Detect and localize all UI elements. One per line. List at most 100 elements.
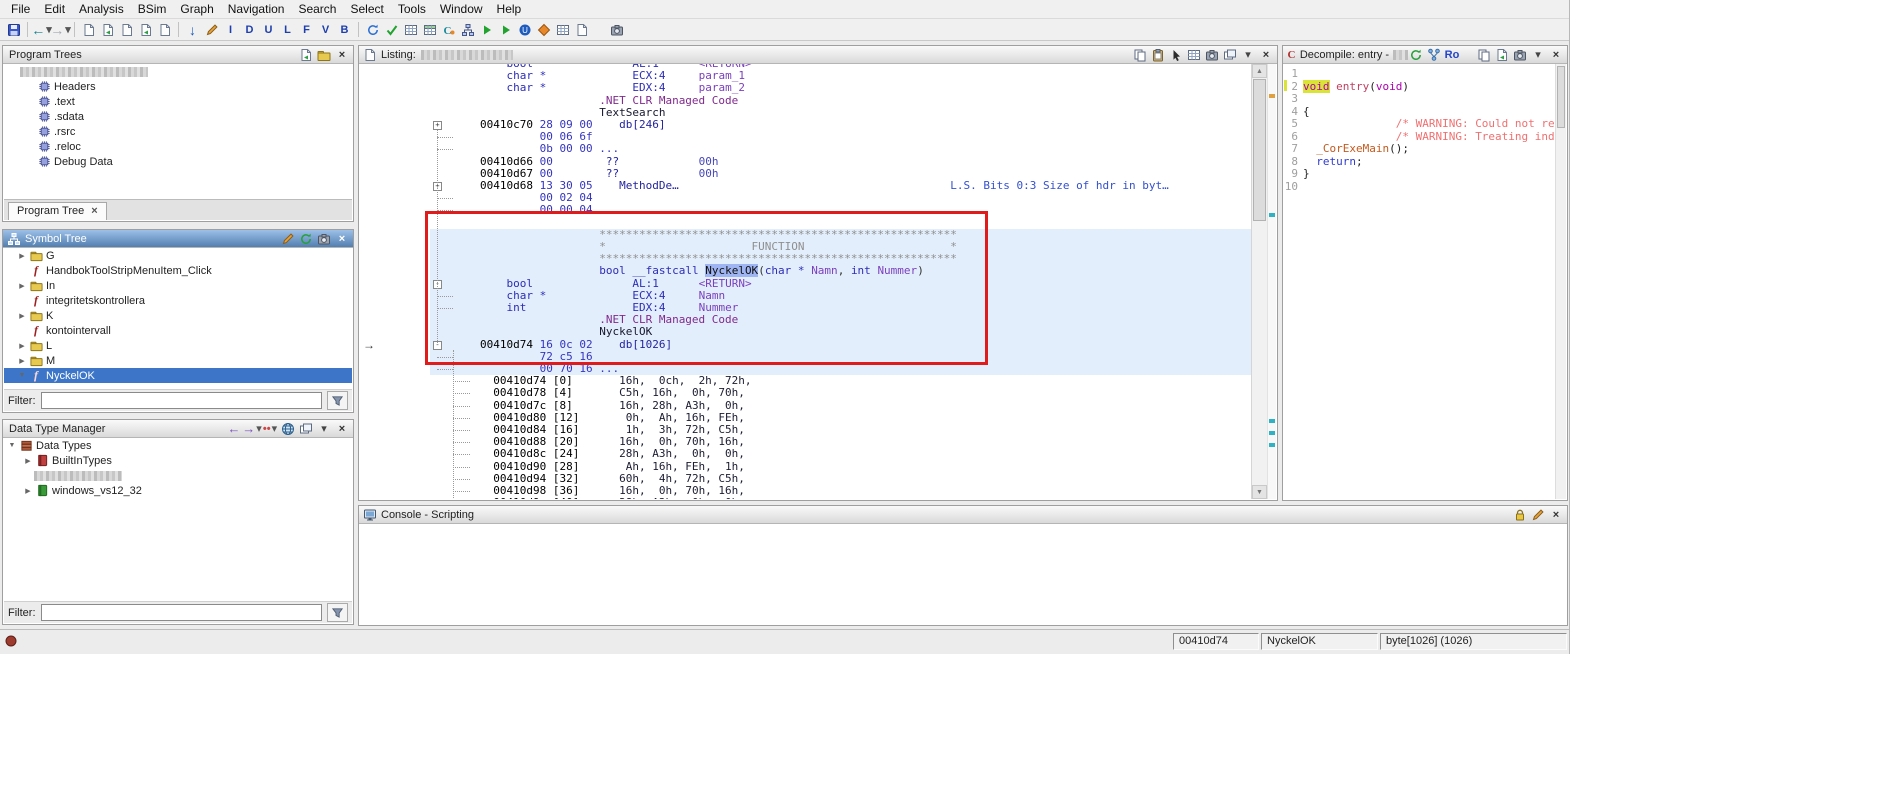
caret-down-icon[interactable]: ▾ — [1240, 47, 1256, 62]
tree-item-g[interactable]: ▶G — [4, 248, 352, 263]
pencil-icon[interactable] — [280, 231, 296, 246]
caret-down-icon[interactable]: ▾ — [1530, 47, 1546, 62]
tree-item-headers[interactable]: Headers — [4, 79, 352, 94]
display-icon[interactable] — [298, 47, 314, 62]
paste-icon[interactable] — [1150, 47, 1166, 62]
dtm-filter-input[interactable] — [41, 604, 323, 621]
overview-mark[interactable] — [1269, 443, 1275, 447]
tree-item-redacted[interactable] — [4, 468, 352, 483]
play-icon[interactable] — [496, 21, 515, 39]
tree-item-kontointervall[interactable]: fkontointervall — [4, 323, 352, 338]
check-icon[interactable] — [382, 21, 401, 39]
decompile-line[interactable]: 2void entry(void) — [1284, 81, 1566, 94]
menu-window[interactable]: Window — [433, 1, 490, 17]
decompile-line[interactable]: 3 — [1284, 93, 1566, 106]
symbol-filter-input[interactable] — [41, 392, 323, 409]
open-folder-icon[interactable] — [316, 47, 332, 62]
close-icon[interactable]: × — [1258, 47, 1274, 62]
chevron-right-icon[interactable]: ▶ — [16, 282, 28, 290]
overview-mark[interactable] — [1269, 419, 1275, 423]
tree-item-data-types[interactable]: ▼Data Types — [4, 438, 352, 453]
menu-select[interactable]: Select — [343, 1, 390, 17]
chevron-right-icon[interactable]: ▶ — [16, 342, 28, 350]
menu-graph[interactable]: Graph — [173, 1, 220, 17]
caret-down-icon[interactable]: ▾ — [256, 422, 262, 435]
menu-bsim[interactable]: BSim — [131, 1, 174, 17]
filter-icon[interactable] — [327, 603, 348, 622]
globe-icon[interactable] — [280, 421, 296, 436]
decompile-line[interactable]: 9} — [1284, 168, 1566, 181]
tree-item-k[interactable]: ▶K — [4, 308, 352, 323]
tree-item-debug-data[interactable]: Debug Data — [4, 154, 352, 169]
menu-edit[interactable]: Edit — [37, 1, 72, 17]
close-icon[interactable]: × — [334, 421, 350, 436]
refresh-icon[interactable] — [298, 231, 314, 246]
back-arrow-icon[interactable]: ← — [226, 421, 242, 436]
tree-item-builtintypes[interactable]: ▶BuiltInTypes — [4, 453, 352, 468]
filter-icon[interactable] — [327, 391, 348, 410]
forward-icon[interactable]: →▾ — [51, 21, 70, 39]
chevron-right-icon[interactable]: ▶ — [16, 312, 28, 320]
chevron-right-icon[interactable]: ▶ — [22, 487, 34, 495]
letter-B-icon[interactable]: B — [335, 21, 354, 39]
table-icon[interactable] — [401, 21, 420, 39]
console-output[interactable] — [360, 524, 1566, 624]
menu-help[interactable]: Help — [490, 1, 529, 17]
highlighted-symbol[interactable]: NyckelOK — [705, 264, 758, 277]
close-icon[interactable]: × — [334, 231, 350, 246]
chevron-right-icon[interactable]: ▶ — [16, 252, 28, 260]
caret-down-icon[interactable]: ▾ — [316, 421, 332, 436]
listing-line[interactable]: 00410d9c [40] 28h, A3h, 0h, 0h, — [480, 497, 745, 499]
close-icon[interactable]: × — [334, 47, 350, 62]
cursor-icon[interactable] — [1168, 47, 1184, 62]
pencil-icon[interactable] — [1530, 507, 1546, 522]
conflict-icon[interactable]: ••▾ — [262, 421, 278, 436]
letter-I-icon[interactable]: I — [221, 21, 240, 39]
overview-mark[interactable] — [1269, 431, 1275, 435]
tree-item-handboktoolstripmenuitem-click[interactable]: fHandbokToolStripMenuItem_Click — [4, 263, 352, 278]
scroll-down-icon[interactable]: ▼ — [1252, 485, 1267, 499]
camera-icon[interactable] — [316, 231, 332, 246]
caret-down-icon[interactable]: ▾ — [65, 23, 71, 36]
diamond-icon[interactable] — [534, 21, 553, 39]
page-icon[interactable] — [98, 21, 117, 39]
menu-file[interactable]: File — [4, 1, 37, 17]
caret-down-icon[interactable]: ▾ — [272, 422, 278, 435]
chevron-right-icon[interactable]: ▶ — [16, 357, 28, 365]
refresh-icon[interactable] — [363, 21, 382, 39]
menu-search[interactable]: Search — [291, 1, 343, 17]
chevron-down-icon[interactable]: ▼ — [6, 442, 18, 449]
tree-item-integritetskontrollera[interactable]: fintegritetskontrollera — [4, 293, 352, 308]
decompile-line[interactable]: 8 return; — [1284, 156, 1566, 169]
decompile-line[interactable]: 1 — [1284, 68, 1566, 81]
menu-tools[interactable]: Tools — [391, 1, 433, 17]
camera-icon[interactable] — [1204, 47, 1220, 62]
tree-item-m[interactable]: ▶M — [4, 353, 352, 368]
table-icon[interactable] — [553, 21, 572, 39]
play-icon[interactable] — [477, 21, 496, 39]
letter-L-icon[interactable]: L — [278, 21, 297, 39]
lock-icon[interactable] — [1512, 507, 1528, 522]
page-icon[interactable] — [572, 21, 591, 39]
page-icon[interactable] — [155, 21, 174, 39]
listing-view[interactable]: bool AL:1 <RETURN> char * ECX:4 param_1 … — [360, 64, 1276, 499]
letter-D-icon[interactable]: D — [240, 21, 259, 39]
tree-item-rsrc[interactable]: .rsrc — [4, 124, 352, 139]
chevron-right-icon[interactable]: ▶ — [22, 457, 34, 465]
window-icon[interactable] — [298, 421, 314, 436]
menu-analysis[interactable]: Analysis — [72, 1, 131, 17]
edit-fields-icon[interactable] — [1186, 47, 1202, 62]
scroll-up-icon[interactable]: ▲ — [1252, 64, 1267, 78]
chevron-down-icon[interactable]: ▼ — [16, 372, 28, 379]
ro-icon[interactable]: Ro — [1444, 47, 1460, 62]
page-icon[interactable] — [79, 21, 98, 39]
overview-margin[interactable] — [1267, 64, 1276, 499]
listing-line[interactable]: 00 00 04 ... — [480, 204, 619, 216]
tree-item-nyckelok[interactable]: ▼fNyckelOK — [4, 368, 352, 383]
scrollbar-thumb[interactable] — [1253, 79, 1266, 221]
camera-icon[interactable] — [1512, 47, 1528, 62]
page-icon[interactable] — [117, 21, 136, 39]
overview-mark[interactable] — [1269, 94, 1275, 98]
close-icon[interactable]: × — [1548, 507, 1564, 522]
close-icon[interactable]: × — [1548, 47, 1564, 62]
